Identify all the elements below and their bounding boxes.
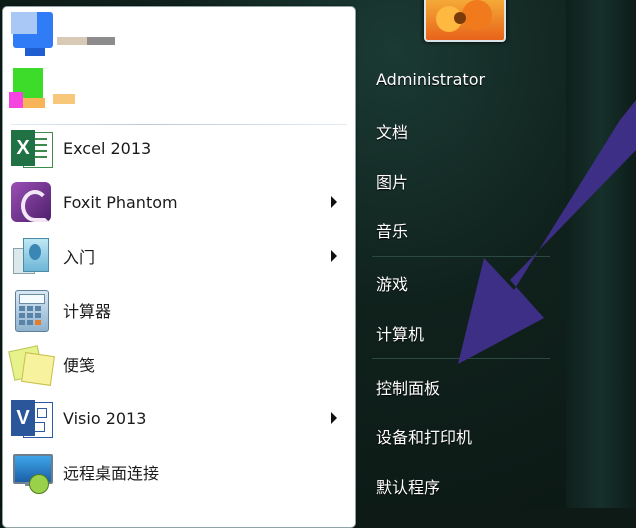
arrow-shape: [458, 100, 636, 364]
annotation-arrow-icon: [458, 100, 636, 364]
